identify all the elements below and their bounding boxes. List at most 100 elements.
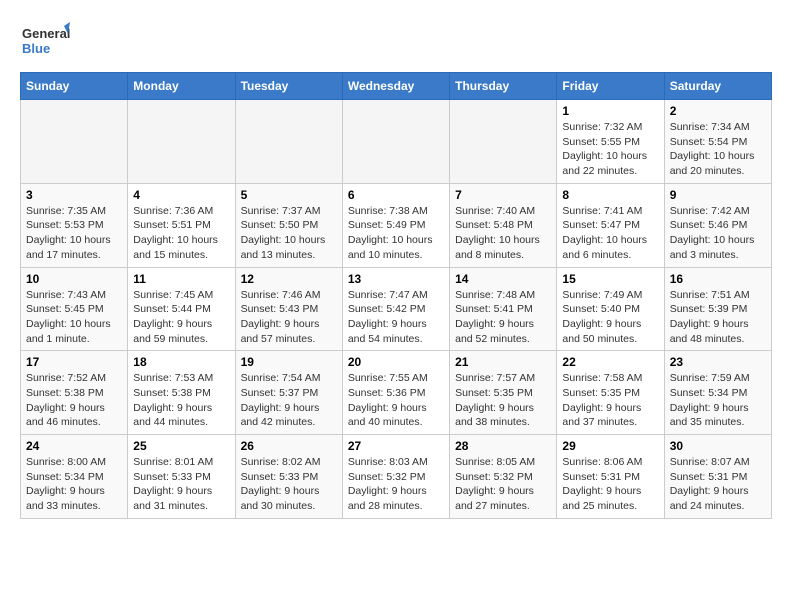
calendar-cell: 2Sunrise: 7:34 AM Sunset: 5:54 PM Daylig… [664,100,771,184]
day-number: 11 [133,272,229,286]
day-number: 3 [26,188,122,202]
day-info: Sunrise: 8:07 AM Sunset: 5:31 PM Dayligh… [670,455,766,514]
calendar-cell: 20 Sunrise: 7:55 AM Sunset: 5:36 PM Dayli… [342,351,449,435]
day-info: Sunrise: 7:48 AM Sunset: 5:41 PM Dayligh… [455,288,551,347]
calendar-cell: 14 Sunrise: 7:48 AM Sunset: 5:41 PM Dayli… [450,267,557,351]
day-number: 1 [562,104,658,118]
weekday-header: Tuesday [235,73,342,100]
day-info: Sunrise: 7:55 AM Sunset: 5:36 PM Dayligh… [348,371,444,430]
day-number: 18 [133,355,229,369]
calendar-cell: 23 Sunrise: 7:59 AM Sunset: 5:34 PM Dayli… [664,351,771,435]
day-info: Sunrise: 7:42 AM Sunset: 5:46 PM Dayligh… [670,204,766,263]
day-info: Sunrise: 7:53 AM Sunset: 5:38 PM Dayligh… [133,371,229,430]
day-number: 9 [670,188,766,202]
day-number: 16 [670,272,766,286]
day-info: Sunrise: 7:46 AM Sunset: 5:43 PM Dayligh… [241,288,337,347]
weekday-header: Monday [128,73,235,100]
day-number: 12 [241,272,337,286]
weekday-header: Thursday [450,73,557,100]
calendar-cell [128,100,235,184]
day-number: 4 [133,188,229,202]
day-info: Sunrise: 7:38 AM Sunset: 5:49 PM Dayligh… [348,204,444,263]
logo: General Blue [20,20,70,62]
calendar-week-row: 10 Sunrise: 7:43 AM Sunset: 5:45 PM Dayli… [21,267,772,351]
calendar-cell: 26 Sunrise: 8:02 AM Sunset: 5:33 PM Dayli… [235,435,342,519]
day-info: Sunrise: 7:45 AM Sunset: 5:44 PM Dayligh… [133,288,229,347]
calendar-cell: 17Sunrise: 7:52 AM Sunset: 5:38 PM Dayli… [21,351,128,435]
day-info: Sunrise: 7:57 AM Sunset: 5:35 PM Dayligh… [455,371,551,430]
calendar-cell: 29 Sunrise: 8:06 AM Sunset: 5:31 PM Dayli… [557,435,664,519]
day-number: 17 [26,355,122,369]
day-info: Sunrise: 7:58 AM Sunset: 5:35 PM Dayligh… [562,371,658,430]
calendar-cell: 1 Sunrise: 7:32 AM Sunset: 5:55 PM Daylig… [557,100,664,184]
day-number: 25 [133,439,229,453]
day-info: Sunrise: 7:54 AM Sunset: 5:37 PM Dayligh… [241,371,337,430]
calendar-cell: 13Sunrise: 7:47 AM Sunset: 5:42 PM Dayli… [342,267,449,351]
day-number: 26 [241,439,337,453]
day-number: 8 [562,188,658,202]
page-header: General Blue [20,20,772,62]
weekday-header: Friday [557,73,664,100]
day-number: 20 [348,355,444,369]
calendar-cell: 9 Sunrise: 7:42 AM Sunset: 5:46 PM Daylig… [664,183,771,267]
calendar-cell: 19Sunrise: 7:54 AM Sunset: 5:37 PM Dayli… [235,351,342,435]
calendar-week-row: 1 Sunrise: 7:32 AM Sunset: 5:55 PM Daylig… [21,100,772,184]
day-info: Sunrise: 7:40 AM Sunset: 5:48 PM Dayligh… [455,204,551,263]
day-number: 15 [562,272,658,286]
calendar-cell: 25 Sunrise: 8:01 AM Sunset: 5:33 PM Dayli… [128,435,235,519]
day-info: Sunrise: 8:06 AM Sunset: 5:31 PM Dayligh… [562,455,658,514]
weekday-header: Wednesday [342,73,449,100]
calendar-cell: 28 Sunrise: 8:05 AM Sunset: 5:32 PM Dayli… [450,435,557,519]
day-number: 2 [670,104,766,118]
day-info: Sunrise: 8:03 AM Sunset: 5:32 PM Dayligh… [348,455,444,514]
calendar-cell: 3 Sunrise: 7:35 AM Sunset: 5:53 PM Daylig… [21,183,128,267]
day-number: 6 [348,188,444,202]
day-info: Sunrise: 7:43 AM Sunset: 5:45 PM Dayligh… [26,288,122,347]
day-number: 21 [455,355,551,369]
calendar-cell [450,100,557,184]
calendar-cell: 7 Sunrise: 7:40 AM Sunset: 5:48 PM Daylig… [450,183,557,267]
day-info: Sunrise: 7:41 AM Sunset: 5:47 PM Dayligh… [562,204,658,263]
calendar-cell: 12 Sunrise: 7:46 AM Sunset: 5:43 PM Dayli… [235,267,342,351]
day-info: Sunrise: 8:01 AM Sunset: 5:33 PM Dayligh… [133,455,229,514]
calendar-table: SundayMondayTuesdayWednesdayThursdayFrid… [20,72,772,519]
day-number: 23 [670,355,766,369]
day-number: 24 [26,439,122,453]
day-info: Sunrise: 7:51 AM Sunset: 5:39 PM Dayligh… [670,288,766,347]
day-info: Sunrise: 7:35 AM Sunset: 5:53 PM Dayligh… [26,204,122,263]
calendar-cell: 4 Sunrise: 7:36 AM Sunset: 5:51 PM Daylig… [128,183,235,267]
day-info: Sunrise: 7:59 AM Sunset: 5:34 PM Dayligh… [670,371,766,430]
calendar-cell: 10 Sunrise: 7:43 AM Sunset: 5:45 PM Dayli… [21,267,128,351]
calendar-cell: 21 Sunrise: 7:57 AM Sunset: 5:35 PM Dayli… [450,351,557,435]
day-number: 28 [455,439,551,453]
calendar-cell: 27 Sunrise: 8:03 AM Sunset: 5:32 PM Dayli… [342,435,449,519]
calendar-cell [21,100,128,184]
calendar-cell: 5Sunrise: 7:37 AM Sunset: 5:50 PM Daylig… [235,183,342,267]
day-number: 30 [670,439,766,453]
svg-text:General: General [22,26,70,41]
day-info: Sunrise: 7:36 AM Sunset: 5:51 PM Dayligh… [133,204,229,263]
calendar-cell: 6 Sunrise: 7:38 AM Sunset: 5:49 PM Daylig… [342,183,449,267]
calendar-cell [235,100,342,184]
day-info: Sunrise: 8:05 AM Sunset: 5:32 PM Dayligh… [455,455,551,514]
day-number: 10 [26,272,122,286]
calendar-cell: 22Sunrise: 7:58 AM Sunset: 5:35 PM Dayli… [557,351,664,435]
day-info: Sunrise: 8:02 AM Sunset: 5:33 PM Dayligh… [241,455,337,514]
day-number: 29 [562,439,658,453]
svg-text:Blue: Blue [22,41,50,56]
day-info: Sunrise: 7:32 AM Sunset: 5:55 PM Dayligh… [562,120,658,179]
day-info: Sunrise: 7:49 AM Sunset: 5:40 PM Dayligh… [562,288,658,347]
calendar-week-row: 17Sunrise: 7:52 AM Sunset: 5:38 PM Dayli… [21,351,772,435]
calendar-cell: 11 Sunrise: 7:45 AM Sunset: 5:44 PM Dayli… [128,267,235,351]
day-number: 14 [455,272,551,286]
calendar-cell: 30 Sunrise: 8:07 AM Sunset: 5:31 PM Dayli… [664,435,771,519]
calendar-cell: 18 Sunrise: 7:53 AM Sunset: 5:38 PM Dayli… [128,351,235,435]
day-info: Sunrise: 8:00 AM Sunset: 5:34 PM Dayligh… [26,455,122,514]
logo-svg: General Blue [20,20,70,62]
day-number: 13 [348,272,444,286]
calendar-cell [342,100,449,184]
day-number: 27 [348,439,444,453]
calendar-cell: 24 Sunrise: 8:00 AM Sunset: 5:34 PM Dayli… [21,435,128,519]
day-number: 7 [455,188,551,202]
calendar-week-row: 24 Sunrise: 8:00 AM Sunset: 5:34 PM Dayli… [21,435,772,519]
